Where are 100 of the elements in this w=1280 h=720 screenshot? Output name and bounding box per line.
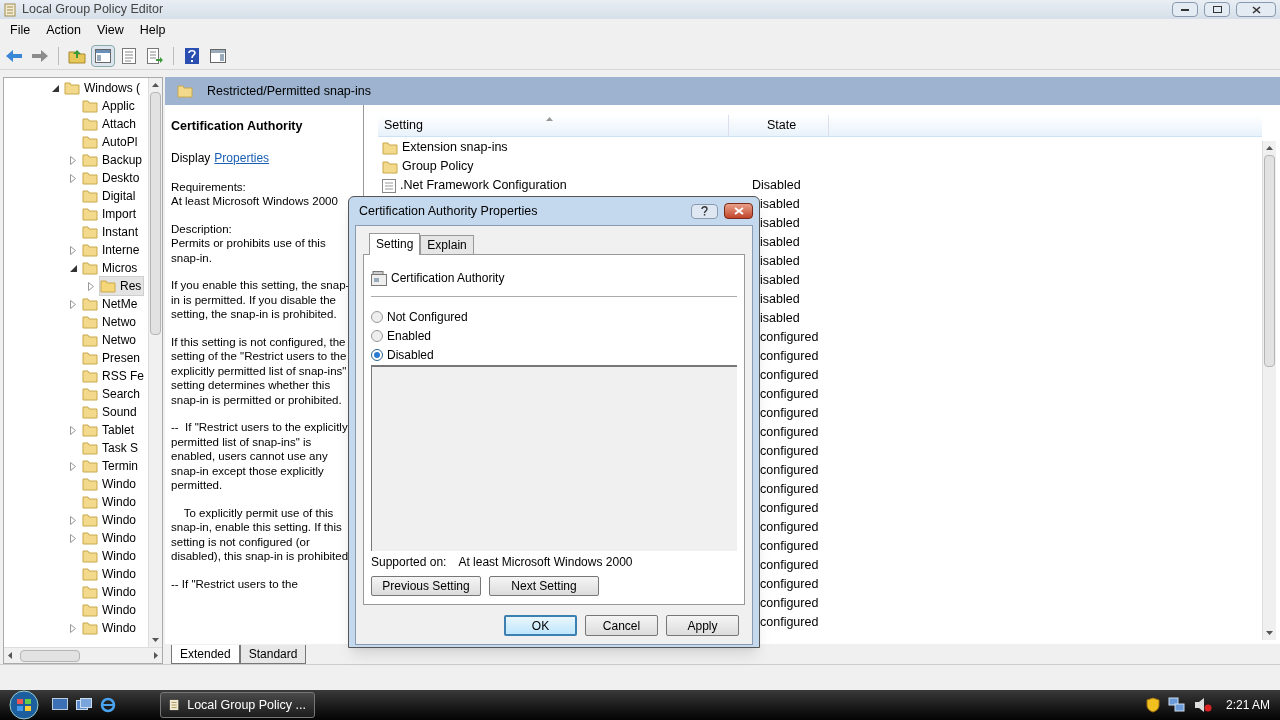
setting-state: isabled <box>759 234 800 252</box>
collapsed-triangle-icon[interactable] <box>70 245 76 255</box>
vertical-scrollbar[interactable] <box>148 78 162 647</box>
tree-item[interactable]: Windo <box>81 600 139 620</box>
tree-item[interactable]: Sound <box>81 402 140 422</box>
horizontal-scrollbar[interactable] <box>4 647 162 663</box>
scroll-left-icon[interactable] <box>7 652 12 659</box>
console-tree-button[interactable] <box>91 44 115 67</box>
collapsed-triangle-icon[interactable] <box>70 173 76 183</box>
radio-label[interactable]: Not Configured <box>387 308 468 326</box>
tree-item[interactable]: Windows ( <box>63 78 143 98</box>
menu-item[interactable]: File <box>4 21 37 40</box>
vertical-scrollbar[interactable] <box>1262 141 1276 640</box>
tree-item[interactable]: Windo <box>81 582 139 602</box>
close-button[interactable] <box>1236 2 1276 17</box>
tree-item[interactable]: RSS Fe <box>81 366 147 386</box>
collapsed-triangle-icon[interactable] <box>88 281 94 291</box>
collapsed-triangle-icon[interactable] <box>70 155 76 165</box>
tree-item[interactable]: Attach <box>81 114 140 134</box>
dialog-button[interactable]: OK <box>504 615 577 636</box>
dialog-tab[interactable]: Explain <box>420 235 474 254</box>
collapsed-triangle-icon[interactable] <box>70 425 76 435</box>
menu-item[interactable]: Action <box>40 21 87 40</box>
dialog-button[interactable]: Apply <box>666 615 739 636</box>
view-tab[interactable]: Standard <box>239 645 307 664</box>
folder-icon <box>82 171 98 185</box>
speaker-muted-icon[interactable] <box>1193 697 1212 713</box>
network-icon[interactable] <box>1167 697 1186 713</box>
help-button[interactable] <box>691 203 718 219</box>
setting-name[interactable]: Group Policy <box>402 157 474 176</box>
nav-button[interactable]: Previous Setting <box>371 576 481 596</box>
tree-item[interactable]: Res <box>99 276 145 296</box>
tree-item[interactable]: Netwo <box>81 330 139 350</box>
collapsed-triangle-icon[interactable] <box>70 299 76 309</box>
help-icon <box>185 47 199 64</box>
setting-name[interactable]: .Net Framework Configuration <box>400 176 567 195</box>
tree-item[interactable]: Windo <box>81 546 139 566</box>
tree-item[interactable]: Deskto <box>81 168 143 188</box>
supported-value: At least Microsoft Windows 2000 <box>458 554 633 571</box>
radio-label[interactable]: Disabled <box>387 346 434 364</box>
windows-switch-icon[interactable] <box>76 698 92 712</box>
radio-label[interactable]: Enabled <box>387 327 432 345</box>
clock[interactable]: 2:21 AM <box>1219 696 1276 714</box>
setting-state: isabled <box>759 310 800 328</box>
setting-state: configured <box>759 557 819 575</box>
browser-icon[interactable] <box>100 697 116 713</box>
setting-name[interactable]: Extension snap-ins <box>402 138 508 157</box>
setting-state: configured <box>759 595 819 613</box>
radio-button[interactable] <box>371 311 383 323</box>
minimize-button[interactable] <box>1172 2 1198 17</box>
expanded-triangle-icon[interactable] <box>69 264 77 272</box>
tree-item[interactable]: Windo <box>81 474 139 494</box>
expanded-triangle-icon[interactable] <box>51 84 59 92</box>
collapsed-triangle-icon[interactable] <box>70 623 76 633</box>
tree-item[interactable]: Presen <box>81 348 144 368</box>
dialog-tab[interactable]: Setting <box>369 233 421 255</box>
tree-item[interactable]: Digital <box>81 186 139 206</box>
tree-item[interactable]: Tablet <box>81 420 138 440</box>
tree-item[interactable]: NetMe <box>81 294 141 314</box>
nav-button[interactable]: Next Setting <box>489 576 599 596</box>
properties-link[interactable]: Properties <box>214 148 270 167</box>
tree-item[interactable]: Applic <box>81 96 138 116</box>
tree-item[interactable]: Task S <box>81 438 141 458</box>
collapsed-triangle-icon[interactable] <box>70 461 76 471</box>
menu-item[interactable]: View <box>90 21 130 40</box>
tree-item[interactable]: AutoPl <box>81 132 141 152</box>
tree-item[interactable]: Windo <box>81 492 139 512</box>
collapsed-triangle-icon[interactable] <box>70 515 76 525</box>
tree-item[interactable]: Instant <box>81 222 142 242</box>
tree-item[interactable]: Micros <box>81 258 141 278</box>
tree-item[interactable]: Netwo <box>81 312 139 332</box>
tree-item[interactable]: Interne <box>81 240 143 260</box>
close-button[interactable] <box>724 203 753 219</box>
tree-item[interactable]: Search <box>81 384 144 404</box>
folder-icon <box>82 441 98 455</box>
help-icon <box>701 206 708 216</box>
tree-item[interactable]: Termin <box>81 456 141 476</box>
desktop-icon[interactable] <box>52 698 68 712</box>
view-tab[interactable]: Extended <box>171 645 240 664</box>
collapsed-triangle-icon[interactable] <box>70 533 76 543</box>
scroll-right-icon[interactable] <box>154 652 159 659</box>
dialog-button[interactable]: Cancel <box>585 615 658 636</box>
tree-item[interactable]: Windo <box>81 510 139 530</box>
taskbar-button[interactable]: Local Group Policy ... <box>160 692 315 718</box>
tree-item[interactable]: Windo <box>81 618 139 638</box>
column-header[interactable]: Setting <box>378 115 729 136</box>
tree-item[interactable]: Import <box>81 204 139 224</box>
folder-icon <box>382 140 398 155</box>
column-header[interactable]: State <box>729 115 829 136</box>
tree-item[interactable]: Windo <box>81 528 139 548</box>
setting-state: configured <box>759 519 819 537</box>
menu-item[interactable]: Help <box>133 21 172 40</box>
setting-state: configured <box>759 538 819 556</box>
shield-icon[interactable] <box>1145 697 1160 713</box>
folder-icon <box>82 513 98 527</box>
maximize-button[interactable] <box>1204 2 1230 17</box>
tree-item[interactable]: Windo <box>81 564 139 584</box>
radio-button[interactable] <box>371 330 383 342</box>
radio-button[interactable] <box>371 349 383 361</box>
tree-item[interactable]: Backup <box>81 150 146 170</box>
